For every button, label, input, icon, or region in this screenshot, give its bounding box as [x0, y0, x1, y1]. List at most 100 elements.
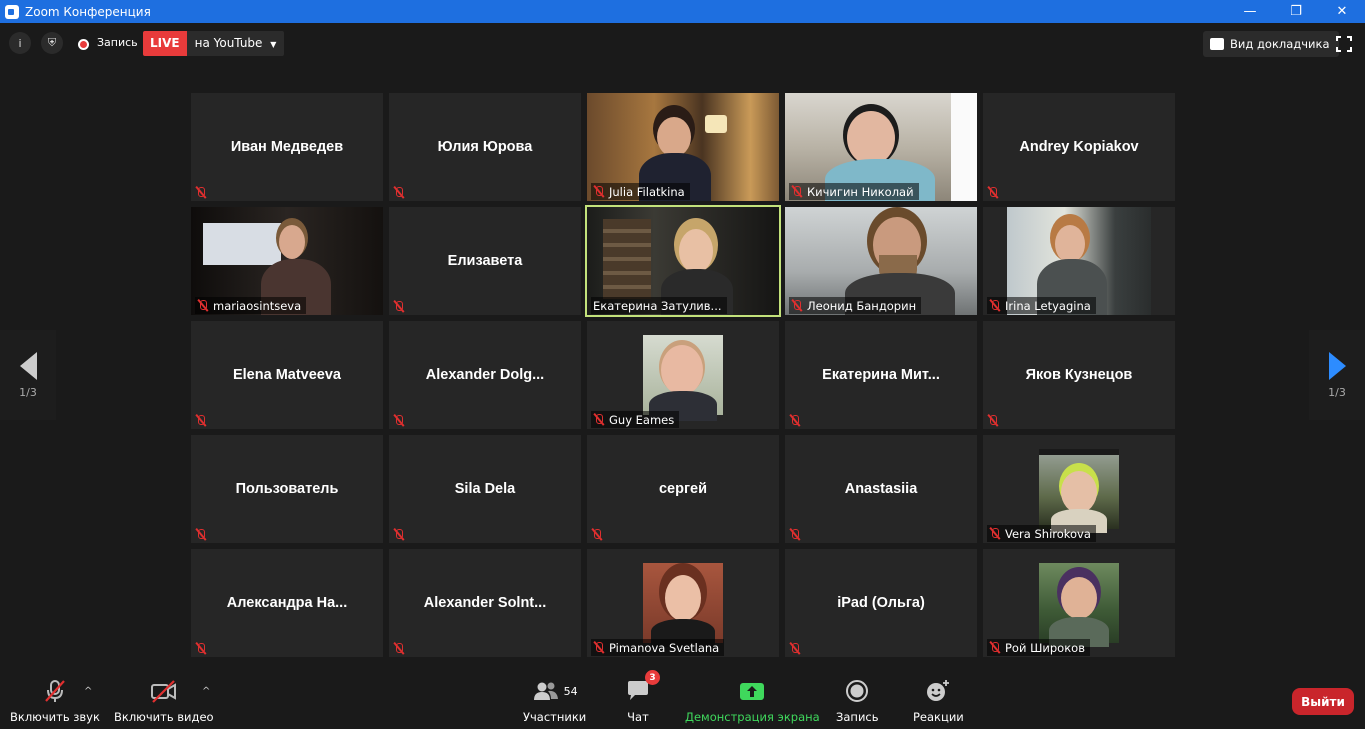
muted-mic-icon: [593, 641, 604, 654]
participant-tile[interactable]: Яков Кузнецов: [983, 321, 1175, 429]
participant-video: [643, 335, 723, 421]
muted-mic-icon: [593, 413, 604, 426]
participant-name: Иван Медведев: [230, 139, 344, 155]
reactions-button[interactable]: Реакции: [913, 678, 964, 724]
chevron-down-icon: ▼: [270, 40, 277, 49]
participant-tile[interactable]: Irina Letyagina: [983, 207, 1175, 315]
muted-mic-icon: [789, 528, 800, 541]
share-screen-button[interactable]: Демонстрация экрана: [685, 678, 820, 724]
view-layout-icon: [1210, 38, 1224, 50]
muted-mic-icon: [195, 186, 206, 199]
participant-tile[interactable]: Юлия Юрова: [389, 93, 581, 201]
participants-label: Участники: [523, 710, 587, 724]
chat-bubble-icon: [628, 681, 648, 700]
window-controls: — ❐ ✕: [1227, 0, 1365, 23]
participant-tile[interactable]: Sila Dela: [389, 435, 581, 543]
participant-tile[interactable]: Кичигин Николай: [785, 93, 977, 201]
unmute-button[interactable]: Включить звук: [10, 678, 100, 724]
participant-tile[interactable]: Александра На...: [191, 549, 383, 657]
active-speaker-tile[interactable]: Екатерина Затулив...: [585, 205, 781, 317]
muted-mic-icon: [195, 642, 206, 655]
participant-name: Александра На...: [226, 595, 348, 611]
arrow-left-icon: [19, 351, 37, 380]
participant-tile[interactable]: Пользователь: [191, 435, 383, 543]
maximize-button[interactable]: ❐: [1273, 0, 1319, 23]
video-options-chevron-up-icon[interactable]: ^: [202, 686, 210, 697]
info-icon[interactable]: i: [9, 32, 31, 54]
smiley-plus-icon: [927, 680, 950, 701]
participant-tile[interactable]: iPad (Ольга): [785, 549, 977, 657]
leave-meeting-button[interactable]: Выйти: [1292, 688, 1354, 715]
participant-tile[interactable]: Елизавета: [389, 207, 581, 315]
participant-tile[interactable]: Иван Медведев: [191, 93, 383, 201]
participant-name: Julia Filatkina: [609, 184, 685, 199]
participant-tile[interactable]: mariaosintseva: [191, 207, 383, 315]
participant-name: Irina Letyagina: [1005, 298, 1091, 313]
muted-mic-icon: [989, 527, 1000, 540]
muted-mic-icon: [791, 299, 802, 312]
participant-name: Юлия Юрова: [437, 139, 533, 155]
participants-icon: [533, 682, 558, 700]
speaker-view-button[interactable]: Вид докладчика: [1203, 31, 1339, 57]
live-stream-indicator[interactable]: LIVE на YouTube ▼: [143, 31, 285, 56]
window-title: Zoom Конференция: [25, 4, 151, 19]
chat-button[interactable]: 3 Чат: [626, 670, 660, 724]
speaker-view-label: Вид докладчика: [1230, 37, 1330, 51]
participant-tile[interactable]: Екатерина Мит...: [785, 321, 977, 429]
participant-tile[interactable]: Леонид Бандорин: [785, 207, 977, 315]
participant-tile[interactable]: Vera Shirokova: [983, 435, 1175, 543]
participant-video: [643, 563, 723, 647]
recording-label: Запись: [97, 36, 138, 49]
muted-mic-icon: [987, 186, 998, 199]
muted-mic-icon: [393, 414, 404, 427]
muted-mic-icon: [789, 642, 800, 655]
start-video-label: Включить видео: [114, 710, 214, 724]
participant-name: Pimanova Svetlana: [609, 640, 720, 655]
meeting-toolbar: Включить звук ^ Включить видео ^ 54 Учас…: [0, 670, 1365, 729]
participant-name: Яков Кузнецов: [1025, 367, 1133, 383]
muted-mic-icon: [197, 299, 208, 312]
record-button[interactable]: Запись: [836, 678, 879, 724]
previous-page-button[interactable]: 1/3: [0, 330, 56, 420]
minimize-button[interactable]: —: [1227, 0, 1273, 23]
muted-mic-icon: [195, 414, 206, 427]
participant-tile[interactable]: Elena Matveeva: [191, 321, 383, 429]
participant-tile[interactable]: Andrey Kopiakov: [983, 93, 1175, 201]
participants-count: 54: [563, 684, 578, 698]
participants-button[interactable]: 54 Участники: [523, 678, 586, 724]
participant-name: Леонид Бандорин: [807, 298, 917, 313]
muted-mic-icon: [987, 414, 998, 427]
muted-mic-icon: [791, 185, 802, 198]
participant-name: Vera Shirokova: [1005, 526, 1091, 541]
recording-indicator-icon: [78, 39, 89, 50]
muted-mic-icon: [393, 186, 404, 199]
participant-tile[interactable]: Pimanova Svetlana: [587, 549, 779, 657]
muted-mic-icon: [989, 299, 1000, 312]
participant-name: Andrey Kopiakov: [1019, 139, 1139, 155]
participant-tile[interactable]: Guy Eames: [587, 321, 779, 429]
participant-name: Alexander Solnt...: [423, 595, 547, 611]
close-window-button[interactable]: ✕: [1319, 0, 1365, 23]
participant-name: Guy Eames: [609, 412, 675, 427]
audio-options-chevron-up-icon[interactable]: ^: [84, 686, 92, 697]
participant-tile[interactable]: Julia Filatkina: [587, 93, 779, 201]
unmute-label: Включить звук: [10, 710, 100, 724]
participant-name: Елизавета: [447, 253, 523, 269]
start-video-button[interactable]: Включить видео: [114, 678, 214, 724]
participant-video: [1039, 563, 1119, 647]
participant-tile[interactable]: Рой Широков: [983, 549, 1175, 657]
participant-tile[interactable]: Anastasiia: [785, 435, 977, 543]
participant-name: mariaosintseva: [213, 298, 302, 313]
participant-name: Sila Dela: [454, 481, 516, 497]
fullscreen-icon[interactable]: [1336, 36, 1352, 52]
participant-name: сергей: [658, 481, 707, 497]
participant-tile[interactable]: Alexander Dolg...: [389, 321, 581, 429]
security-shield-icon[interactable]: ⛨: [41, 32, 63, 54]
meeting-top-bar: i ⛨ Запись LIVE на YouTube ▼ Вид докладч…: [0, 23, 1365, 65]
participant-tile[interactable]: сергей: [587, 435, 779, 543]
participant-tile[interactable]: Alexander Solnt...: [389, 549, 581, 657]
muted-mic-icon: [989, 641, 1000, 654]
next-page-button[interactable]: 1/3: [1309, 330, 1365, 420]
stream-target-dropdown[interactable]: на YouTube ▼: [186, 31, 285, 56]
page-indicator-right: 1/3: [1328, 385, 1346, 399]
